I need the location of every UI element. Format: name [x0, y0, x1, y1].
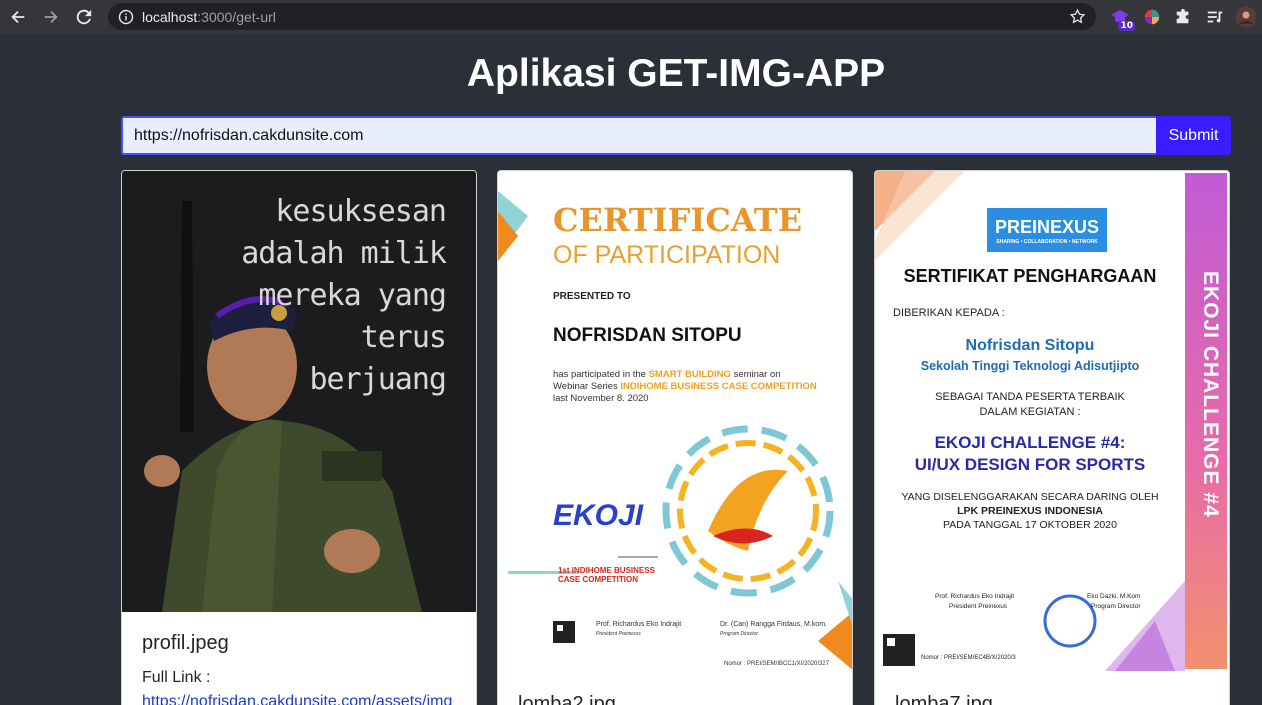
signatory-2-role: Program Director	[1091, 603, 1141, 610]
image-preview[interactable]: PREINEXUS SHARING • COLLABORATION • NETW…	[875, 171, 1229, 671]
cert-given-to: DIBERIKAN KEPADA :	[893, 307, 1005, 319]
full-link[interactable]: https://nofrisdan.cakdunsite.com/assets/…	[142, 693, 452, 705]
ekoji-logo: EKOJI	[553, 499, 644, 532]
cert-event-1: EKOJI CHALLENGE #4:	[934, 433, 1126, 452]
extension-graduation-icon[interactable]: 10	[1109, 6, 1135, 31]
signatory-1: Prof. Richardus Eko Indrajit	[596, 621, 682, 628]
image-card: PREINEXUS SHARING • COLLABORATION • NETW…	[874, 170, 1230, 705]
extension-badge: 10	[1118, 21, 1135, 31]
badge-text: 1st INDIHOME BUSINESS CASE COMPETITION	[558, 566, 655, 584]
submit-button[interactable]: Submit	[1156, 116, 1231, 155]
signatory-2-role: Program Director	[720, 631, 759, 637]
url-input[interactable]	[121, 116, 1156, 155]
preinexus-logo: PREINEXUS SHARING • COLLABORATION • NETW…	[987, 208, 1107, 252]
signatory-2: Dr. (Can) Rangga Firdaus, M.kom.	[720, 621, 827, 628]
profile-avatar-icon[interactable]	[1235, 6, 1257, 28]
cert-as-line-2: DALAM KEGIATAN :	[979, 406, 1081, 418]
extensions-puzzle-icon[interactable]	[1172, 6, 1194, 28]
image-filename: lomba2.jpg	[518, 693, 616, 705]
image-preview[interactable]: kesuksesan adalah milik mereka yang teru…	[122, 171, 476, 612]
cert-number: Nomor : PREI/SEM/EC4B/X/2020/3	[921, 655, 1016, 661]
cert-subtitle: OF PARTICIPATION	[553, 241, 781, 269]
url-text: localhost:3000/get-url	[142, 8, 276, 25]
url-form: Submit	[121, 116, 1231, 155]
signatory-1-role: President Preinexus	[949, 603, 1008, 610]
cert-held-1: YANG DISELENGGARAKAN SECARA DARING OLEH	[901, 491, 1159, 503]
cert-body: has participated in the SMART BUILDING s…	[553, 369, 817, 404]
cert-held-2: LPK PREINEXUS INDONESIA	[957, 505, 1103, 517]
media-queue-icon[interactable]	[1204, 6, 1226, 28]
cert-recipient: Nofrisdan Sitopu	[965, 337, 1095, 354]
full-link-label: Full Link :	[142, 669, 211, 686]
info-icon[interactable]	[118, 9, 134, 25]
image-card: kesuksesan adalah milik mereka yang teru…	[121, 170, 477, 705]
cert-as-line-1: SEBAGAI TANDA PESERTA TERBAIK	[935, 391, 1125, 403]
image-card: CERTIFICATE OF PARTICIPATION PRESENTED T…	[497, 170, 853, 705]
image-quote: kesuksesan adalah milik mereka yang teru…	[241, 194, 447, 397]
address-bar[interactable]: localhost:3000/get-url	[108, 3, 1096, 30]
image-filename: profil.jpeg	[142, 632, 229, 654]
cert-heading: SERTIFIKAT PENGHARGAAN	[903, 266, 1157, 286]
browser-toolbar: localhost:3000/get-url 10	[0, 0, 1262, 34]
signatory-1: Prof. Richardus Eko Indrajit	[935, 593, 1015, 600]
back-icon[interactable]	[3, 2, 33, 32]
cert-school: Sekolah Tinggi Teknologi Adisutjipto	[920, 359, 1140, 373]
bookmark-star-icon[interactable]	[1069, 8, 1086, 25]
cert-presented-to: PRESENTED TO	[553, 291, 631, 302]
extension-color-icon[interactable]	[1141, 6, 1163, 28]
cert-side-band-text: EKOJI CHALLENGE #4	[1199, 271, 1222, 518]
cert-title: CERTIFICATE	[553, 201, 803, 239]
image-preview[interactable]: CERTIFICATE OF PARTICIPATION PRESENTED T…	[498, 171, 852, 671]
signatory-2: Eko Dazki, M.Kom	[1087, 593, 1141, 600]
image-filename: lomba7.jpg	[895, 693, 993, 705]
cert-event-2: UI/UX DESIGN FOR SPORTS	[914, 455, 1146, 474]
reload-icon[interactable]	[69, 2, 99, 32]
cert-recipient: NOFRISDAN SITOPU	[553, 325, 742, 346]
cert-held-3: PADA TANGGAL 17 OKTOBER 2020	[943, 519, 1117, 531]
cert-number: Nomor : PREI/SEM/IBCC1/XI/2020/327	[724, 661, 830, 667]
signatory-1-role: President Preinexus	[596, 631, 641, 637]
forward-icon[interactable]	[36, 2, 66, 32]
page-title: Aplikasi GET-IMG-APP	[466, 52, 886, 95]
